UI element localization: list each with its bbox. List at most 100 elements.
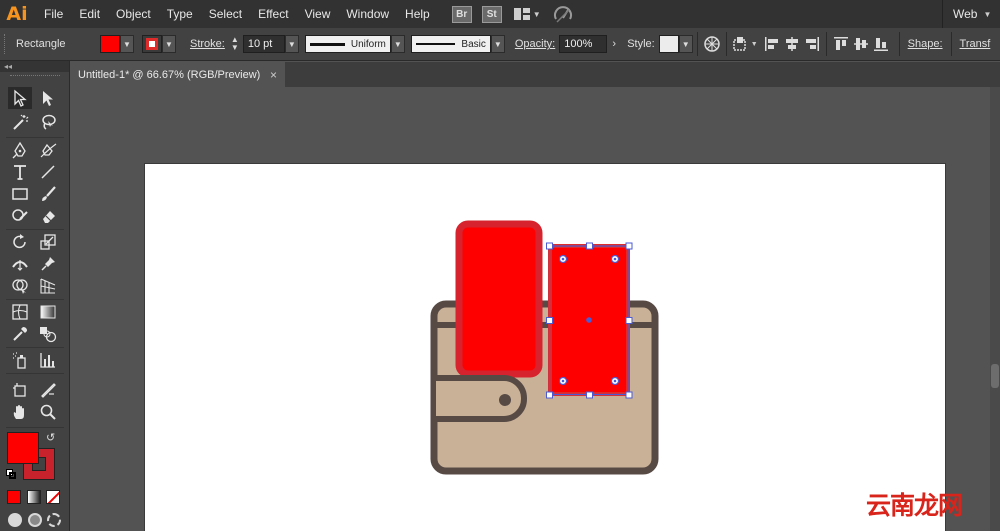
stroke-weight-stepper[interactable]: ▲ ▼ [229, 34, 241, 54]
menu-object[interactable]: Object [108, 0, 159, 28]
type-tool-icon[interactable] [8, 161, 32, 183]
tools-panel: ◂◂ ↺ [0, 61, 70, 531]
rectangle-tool-icon[interactable] [8, 183, 32, 205]
arrange-documents-icon[interactable]: ▼ [513, 8, 541, 20]
curvature-tool-icon[interactable] [36, 139, 60, 161]
variable-width-profile-select[interactable]: Uniform [304, 35, 391, 53]
panel-grip[interactable] [10, 75, 60, 78]
toolbar-separator [950, 32, 952, 56]
draw-normal-icon[interactable] [8, 513, 22, 527]
tools-divider [6, 299, 64, 300]
bridge-button[interactable]: Br [451, 5, 472, 23]
draw-behind-icon[interactable] [28, 513, 42, 527]
graphic-style-dropdown[interactable]: ▼ [678, 35, 693, 53]
fill-swatch[interactable] [100, 35, 120, 53]
tools-divider [6, 373, 64, 374]
panel-grip[interactable] [4, 34, 8, 54]
menu-window[interactable]: Window [338, 0, 397, 28]
clasp-button [499, 394, 511, 406]
align-vertical-center-icon[interactable] [851, 34, 871, 54]
blend-tool-icon[interactable] [36, 323, 60, 345]
hand-tool-icon[interactable] [8, 401, 32, 423]
stroke-label[interactable]: Stroke: [190, 38, 225, 50]
document-tab[interactable]: Untitled-1* @ 66.67% (RGB/Preview) × [70, 62, 285, 87]
selection-tool-icon[interactable] [8, 87, 32, 109]
line-segment-tool-icon[interactable] [36, 161, 60, 183]
variable-width-profile-dropdown[interactable]: ▼ [390, 35, 405, 53]
color-mode-icon[interactable] [7, 490, 21, 504]
artboard[interactable] [145, 164, 945, 531]
align-right-icon[interactable] [802, 34, 822, 54]
vertical-scrollbar[interactable] [990, 87, 1000, 531]
shape-builder-tool-icon[interactable] [8, 275, 32, 297]
fill-color-swatch[interactable] [7, 432, 39, 464]
menu-help[interactable]: Help [397, 0, 438, 28]
scrollbar-thumb[interactable] [991, 364, 999, 388]
none-mode-icon[interactable] [46, 490, 60, 504]
puppet-warp-tool-icon[interactable] [36, 253, 60, 275]
brush-definition-select[interactable]: Basic [410, 35, 491, 53]
stroke-swatch[interactable] [142, 35, 162, 53]
workspace-label: Web [953, 7, 978, 21]
menu-select[interactable]: Select [201, 0, 250, 28]
brush-definition-dropdown[interactable]: ▼ [490, 35, 505, 53]
gradient-mode-icon[interactable] [27, 490, 41, 504]
menu-view[interactable]: View [297, 0, 339, 28]
rotate-tool-icon[interactable] [8, 231, 32, 253]
swap-fill-stroke-icon[interactable]: ↺ [46, 431, 55, 444]
align-left-icon[interactable] [762, 34, 782, 54]
card-back[interactable] [455, 220, 543, 378]
stroke-weight-input[interactable] [242, 35, 285, 53]
stock-button[interactable]: St [481, 5, 502, 23]
graphic-style-swatch[interactable] [658, 35, 679, 53]
toolbar-separator [696, 32, 698, 56]
gradient-tool-icon[interactable] [36, 301, 60, 323]
shape-label[interactable]: Shape: [908, 38, 943, 50]
canvas-area[interactable] [70, 87, 990, 531]
recolor-artwork-icon[interactable] [702, 34, 722, 54]
draw-inside-icon[interactable] [47, 513, 61, 527]
watermark: 云南龙网 [866, 491, 963, 520]
symbol-sprayer-tool-icon[interactable] [8, 349, 32, 371]
menu-file[interactable]: File [34, 0, 71, 28]
fill-dropdown-arrow[interactable]: ▼ [120, 35, 134, 53]
align-bottom-icon[interactable] [871, 34, 891, 54]
lasso-tool-icon[interactable] [36, 111, 60, 133]
stroke-weight-dropdown[interactable]: ▼ [284, 35, 299, 53]
gpu-performance-icon[interactable] [553, 5, 573, 23]
align-top-icon[interactable] [831, 34, 851, 54]
tools-panel-collapse[interactable]: ◂◂ [0, 61, 69, 72]
mesh-tool-icon[interactable] [8, 301, 32, 323]
menu-type[interactable]: Type [159, 0, 201, 28]
opacity-input[interactable] [559, 35, 608, 53]
workspace-switcher[interactable]: Web ▼ [942, 0, 1000, 28]
perspective-grid-tool-icon[interactable] [36, 275, 60, 297]
slice-tool-icon[interactable] [36, 379, 60, 401]
zoom-tool-icon[interactable] [36, 401, 60, 423]
tools-divider [6, 427, 64, 428]
stroke-dropdown-arrow[interactable]: ▼ [162, 35, 176, 53]
direct-selection-tool-icon[interactable] [36, 87, 60, 109]
close-tab-icon[interactable]: × [270, 68, 277, 82]
uniform-profile-preview [309, 42, 345, 46]
eraser-tool-icon[interactable] [36, 205, 60, 227]
transform-label[interactable]: Transf [960, 38, 991, 50]
basic-brush-preview [415, 43, 456, 45]
eyedropper-tool-icon[interactable] [8, 323, 32, 345]
paintbrush-tool-icon[interactable] [36, 183, 60, 205]
scale-tool-icon[interactable] [36, 231, 60, 253]
opacity-label[interactable]: Opacity: [515, 38, 555, 50]
shaper-tool-icon[interactable] [8, 205, 32, 227]
artwork-layer [430, 220, 659, 475]
align-to-selection-icon[interactable] [731, 34, 751, 54]
magic-wand-tool-icon[interactable] [8, 111, 32, 133]
menu-edit[interactable]: Edit [71, 0, 108, 28]
menu-effect[interactable]: Effect [250, 0, 296, 28]
default-fill-stroke-icon[interactable] [6, 469, 17, 480]
width-tool-icon[interactable] [8, 253, 32, 275]
column-graph-tool-icon[interactable] [36, 349, 60, 371]
artboard-tool-icon[interactable] [8, 379, 32, 401]
opacity-slider-arrow[interactable]: › [607, 35, 622, 53]
pen-tool-icon[interactable] [8, 139, 32, 161]
align-horizontal-center-icon[interactable] [782, 34, 802, 54]
